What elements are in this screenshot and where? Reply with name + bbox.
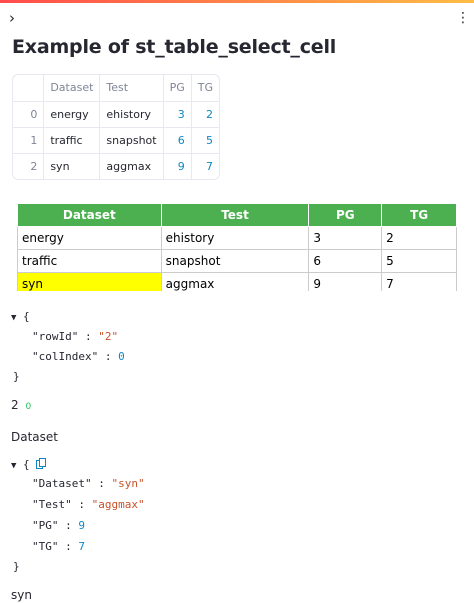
select-cell-tg[interactable]: 5 xyxy=(381,249,457,273)
json-sep: : xyxy=(91,477,112,490)
cell-dataset[interactable]: traffic xyxy=(43,127,101,154)
json-close-brace: } xyxy=(13,560,20,573)
column-name-text: Dataset xyxy=(11,430,58,444)
copy-icon[interactable] xyxy=(36,458,47,469)
table-row: energy ehistory 3 2 xyxy=(17,226,457,250)
row-col-text: 2 0 xyxy=(11,398,31,412)
cell-test[interactable]: aggmax xyxy=(99,153,164,179)
json-value: 0 xyxy=(118,350,125,363)
row-index: 0 xyxy=(13,101,45,128)
json-value: "2" xyxy=(98,330,119,343)
dataframe-header-test[interactable]: Test xyxy=(99,75,164,102)
json-sep: : xyxy=(71,498,92,511)
cell-pg[interactable]: 9 xyxy=(163,153,192,179)
selected-cell-dataset[interactable]: syn xyxy=(17,272,162,291)
json-sep: : xyxy=(58,540,79,553)
col-value: 0 xyxy=(25,402,32,412)
json-value: "aggmax" xyxy=(91,498,145,511)
select-cell-test[interactable]: ehistory xyxy=(160,226,310,250)
dataframe-index-header xyxy=(13,75,45,102)
json-key: "PG" xyxy=(32,519,59,532)
collapse-caret-icon[interactable]: ▼ xyxy=(11,313,16,323)
app-header-decoration xyxy=(0,0,474,3)
selected-row-json: ▼ { "Dataset" : "syn" "Test" : "aggmax" … xyxy=(11,457,311,575)
select-cell-pg[interactable]: 6 xyxy=(308,249,383,273)
select-cell-pg[interactable]: 3 xyxy=(308,226,383,250)
dataframe-table: Dataset Test PG TG 0 energy ehistory 3 2… xyxy=(13,75,219,179)
dataframe-header-tg[interactable]: TG xyxy=(191,75,219,102)
select-table-header-row: Dataset Test PG TG xyxy=(17,203,457,227)
select-cell-dataset[interactable]: traffic xyxy=(17,249,162,273)
select-cell-tg[interactable]: 2 xyxy=(381,226,457,250)
json-open-brace: { xyxy=(23,458,30,471)
select-cell-table: Dataset Test PG TG energy ehistory 3 2 t… xyxy=(17,203,457,291)
json-key: "Test" xyxy=(32,498,72,511)
table-row: 1 traffic snapshot 6 5 xyxy=(13,127,219,154)
collapse-caret-icon[interactable]: ▼ xyxy=(11,461,16,471)
cell-pg[interactable]: 3 xyxy=(163,101,192,128)
select-cell-test[interactable]: aggmax xyxy=(160,272,310,291)
json-value: 9 xyxy=(78,519,85,532)
cell-test[interactable]: snapshot xyxy=(99,127,164,154)
page-title: Example of st_table_select_cell xyxy=(12,36,337,58)
row-index: 2 xyxy=(13,153,45,179)
table-row: syn aggmax 9 7 xyxy=(17,272,457,291)
cell-dataset[interactable]: energy xyxy=(43,101,101,128)
json-sep: : xyxy=(98,350,119,363)
select-cell-test[interactable]: snapshot xyxy=(160,249,310,273)
cell-value-text: syn xyxy=(11,588,32,602)
select-cell-dataset[interactable]: energy xyxy=(17,226,162,250)
cell-tg[interactable]: 2 xyxy=(191,101,219,128)
json-key: "Dataset" xyxy=(32,477,92,490)
select-header-tg: TG xyxy=(381,203,457,227)
select-header-pg: PG xyxy=(308,203,383,227)
json-key: "rowId" xyxy=(32,330,79,343)
json-key: "colIndex" xyxy=(32,350,99,363)
json-close-brace: } xyxy=(13,370,20,383)
json-value: 7 xyxy=(78,540,85,553)
row-index: 1 xyxy=(13,127,45,154)
select-header-dataset: Dataset xyxy=(17,203,162,227)
select-header-test: Test xyxy=(160,203,310,227)
dataframe[interactable]: Dataset Test PG TG 0 energy ehistory 3 2… xyxy=(12,74,220,180)
chevron-right-icon[interactable]: › xyxy=(9,10,23,26)
table-row: 2 syn aggmax 9 7 xyxy=(13,153,219,179)
cell-test[interactable]: ehistory xyxy=(99,101,164,128)
dataframe-header-dataset[interactable]: Dataset xyxy=(43,75,101,102)
dataframe-header-pg[interactable]: PG xyxy=(163,75,192,102)
json-open-brace: { xyxy=(23,310,30,323)
select-cell-tg[interactable]: 7 xyxy=(381,272,457,291)
dataframe-header-row: Dataset Test PG TG xyxy=(13,75,219,102)
cell-pg[interactable]: 6 xyxy=(163,127,192,154)
json-sep: : xyxy=(78,330,99,343)
json-value: "syn" xyxy=(111,477,145,490)
cell-dataset[interactable]: syn xyxy=(43,153,101,179)
kebab-menu-icon[interactable]: ⋮ xyxy=(456,10,470,26)
table-row: traffic snapshot 6 5 xyxy=(17,249,457,273)
cell-tg[interactable]: 5 xyxy=(191,127,219,154)
selected-cell-json: ▼ { "rowId" : "2" "colIndex" : 0 } xyxy=(11,310,311,385)
json-sep: : xyxy=(58,519,79,532)
row-value: 2 xyxy=(11,398,19,412)
table-row: 0 energy ehistory 3 2 xyxy=(13,101,219,128)
cell-tg[interactable]: 7 xyxy=(191,153,219,179)
select-cell-pg[interactable]: 9 xyxy=(308,272,383,291)
json-key: "TG" xyxy=(32,540,59,553)
select-cell-grid: Dataset Test PG TG energy ehistory 3 2 t… xyxy=(17,203,457,291)
